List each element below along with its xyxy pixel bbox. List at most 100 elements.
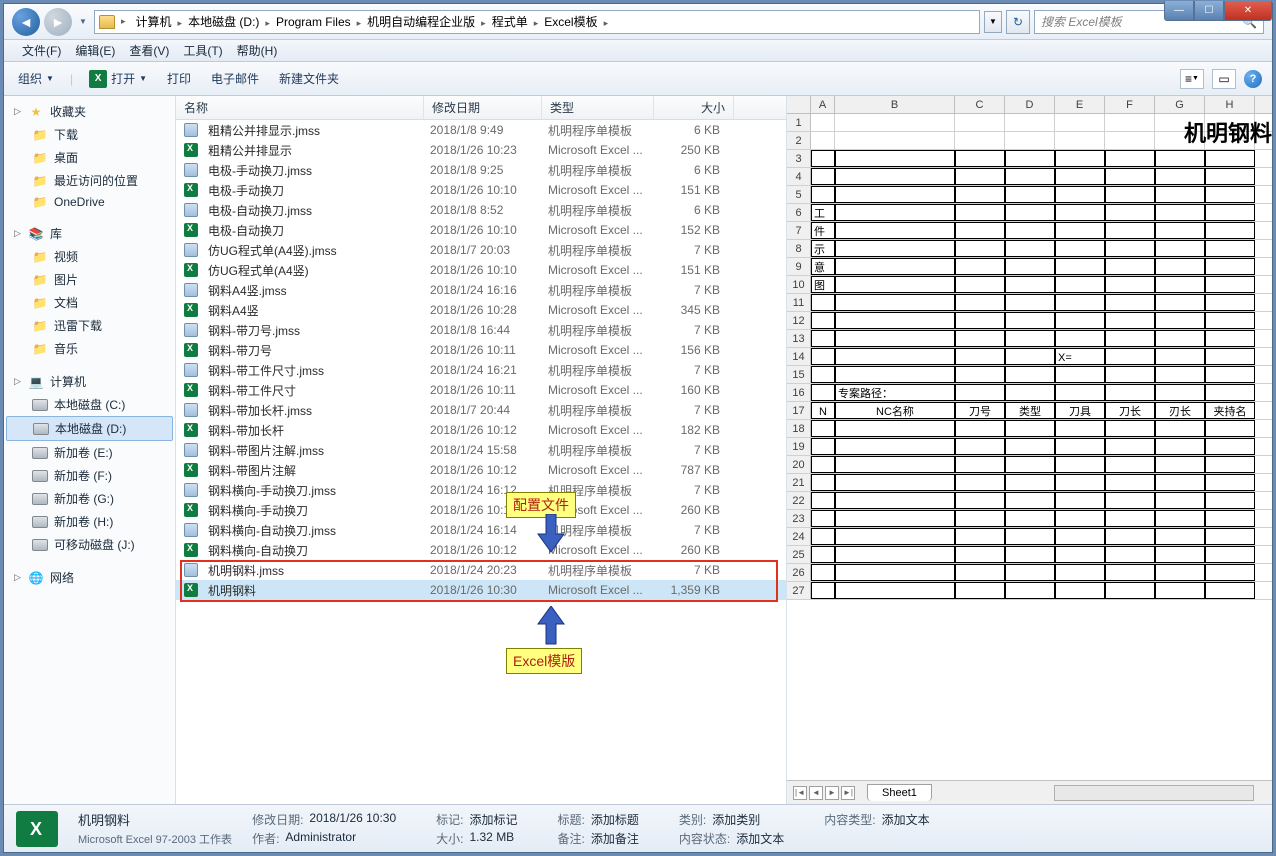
sidebar-group-header[interactable]: ▷💻计算机 [4, 370, 175, 393]
chevron-right-icon[interactable]: ▸ [602, 18, 611, 28]
sidebar-group-header[interactable]: ▷★收藏夹 [4, 100, 175, 123]
back-button[interactable]: ◄ [12, 8, 40, 36]
sidebar-item[interactable]: 可移动磁盘 (J:) [4, 533, 175, 556]
sidebar-item[interactable]: 本地磁盘 (D:) [6, 416, 173, 441]
breadcrumb-item[interactable]: 计算机 [132, 13, 176, 31]
file-row[interactable]: 仿UG程式单(A4竖).jmss2018/1/7 20:03机明程序单模板7 K… [176, 240, 786, 260]
file-row[interactable]: 粗精公并排显示.jmss2018/1/8 9:49机明程序单模板6 KB [176, 120, 786, 140]
file-row[interactable]: 电极-手动换刀2018/1/26 10:10Microsoft Excel ..… [176, 180, 786, 200]
chevron-right-icon[interactable]: ▸ [532, 18, 541, 28]
col-date[interactable]: 修改日期 [424, 96, 542, 119]
file-row[interactable]: 钢料-带加长杆.jmss2018/1/7 20:44机明程序单模板7 KB [176, 400, 786, 420]
file-row[interactable]: 钢料-带工件尺寸.jmss2018/1/24 16:21机明程序单模板7 KB [176, 360, 786, 380]
sidebar-item[interactable]: 📁最近访问的位置 [4, 169, 175, 192]
status-value[interactable]: 1.32 MB [470, 830, 515, 847]
file-row[interactable]: 电极-手动换刀.jmss2018/1/8 9:25机明程序单模板6 KB [176, 160, 786, 180]
sidebar-item[interactable]: 新加卷 (F:) [4, 464, 175, 487]
file-row[interactable]: 钢料横向-手动换刀.jmss2018/1/24 16:12机明程序单模板7 KB [176, 480, 786, 500]
file-row[interactable]: 粗精公并排显示2018/1/26 10:23Microsoft Excel ..… [176, 140, 786, 160]
breadcrumb-item[interactable]: 机明自动编程企业版 [363, 13, 479, 31]
address-dropdown[interactable]: ▼ [984, 11, 1002, 33]
sidebar-item[interactable]: 📁OneDrive [4, 192, 175, 212]
menu-item[interactable]: 查看(V) [123, 40, 175, 61]
print-button[interactable]: 打印 [163, 68, 195, 89]
status-value[interactable]: 添加类别 [712, 811, 760, 828]
horizontal-scrollbar[interactable] [1054, 785, 1254, 801]
sheet-prev-button[interactable]: ◄ [809, 786, 823, 800]
status-value[interactable]: Administrator [285, 830, 356, 847]
sidebar-group-header[interactable]: ▷🌐网络 [4, 566, 175, 589]
sidebar-item[interactable]: 本地磁盘 (C:) [4, 393, 175, 416]
col-name[interactable]: 名称 [176, 96, 424, 119]
breadcrumb-item[interactable]: 程式单 [488, 13, 532, 31]
file-row[interactable]: 钢料-带加长杆2018/1/26 10:12Microsoft Excel ..… [176, 420, 786, 440]
file-row[interactable]: 机明钢料.jmss2018/1/24 20:23机明程序单模板7 KB [176, 560, 786, 580]
excel-preview-grid[interactable]: ABCDEFGH机明钢料123456工7件8示9意10图11121314X=15… [787, 96, 1272, 774]
status-value[interactable]: 添加文本 [736, 830, 784, 847]
breadcrumb-item[interactable]: Program Files [272, 13, 355, 31]
sidebar-group-header[interactable]: ▷📚库 [4, 222, 175, 245]
breadcrumb-item[interactable]: Excel模板 [540, 13, 601, 31]
explorer-window: — ☐ ✕ ◄ ► ▼ ▸ 计算机▸本地磁盘 (D:)▸Program File… [3, 3, 1273, 853]
menu-item[interactable]: 帮助(H) [231, 40, 284, 61]
file-row[interactable]: 钢料-带刀号.jmss2018/1/8 16:44机明程序单模板7 KB [176, 320, 786, 340]
maximize-button[interactable]: ☐ [1194, 1, 1224, 21]
sheet-next-button[interactable]: ► [825, 786, 839, 800]
sidebar-item[interactable]: 📁音乐 [4, 337, 175, 360]
col-type[interactable]: 类型 [542, 96, 654, 119]
status-value[interactable]: 添加标记 [470, 811, 518, 828]
file-row[interactable]: 钢料-带工件尺寸2018/1/26 10:11Microsoft Excel .… [176, 380, 786, 400]
sidebar-item[interactable]: 📁图片 [4, 268, 175, 291]
chevron-right-icon[interactable]: ▸ [119, 16, 128, 27]
sidebar-item[interactable]: 新加卷 (H:) [4, 510, 175, 533]
sidebar-item[interactable]: 📁文档 [4, 291, 175, 314]
email-button[interactable]: 电子邮件 [207, 68, 263, 89]
chevron-right-icon[interactable]: ▸ [176, 18, 185, 28]
sidebar-item[interactable]: 📁视频 [4, 245, 175, 268]
sheet-first-button[interactable]: |◄ [793, 786, 807, 800]
file-row[interactable]: 机明钢料2018/1/26 10:30Microsoft Excel ...1,… [176, 580, 786, 600]
sidebar-item[interactable]: 新加卷 (E:) [4, 441, 175, 464]
sheet-tab[interactable]: Sheet1 [867, 784, 932, 801]
file-row[interactable]: 钢料横向-手动换刀2018/1/26 10:12Microsoft Excel … [176, 500, 786, 520]
chevron-right-icon[interactable]: ▸ [355, 18, 364, 28]
file-row[interactable]: 电极-自动换刀.jmss2018/1/8 8:52机明程序单模板6 KB [176, 200, 786, 220]
file-row[interactable]: 钢料横向-自动换刀.jmss2018/1/24 16:14机明程序单模板7 KB [176, 520, 786, 540]
file-row[interactable]: 仿UG程式单(A4竖)2018/1/26 10:10Microsoft Exce… [176, 260, 786, 280]
forward-button[interactable]: ► [44, 8, 72, 36]
sidebar-item[interactable]: 📁迅雷下载 [4, 314, 175, 337]
sheet-last-button[interactable]: ►| [841, 786, 855, 800]
file-row[interactable]: 钢料-带图片注解2018/1/26 10:12Microsoft Excel .… [176, 460, 786, 480]
file-row[interactable]: 电极-自动换刀2018/1/26 10:10Microsoft Excel ..… [176, 220, 786, 240]
status-value[interactable]: 添加备注 [591, 830, 639, 847]
col-size[interactable]: 大小 [654, 96, 734, 119]
open-button[interactable]: X打开 ▼ [85, 68, 151, 90]
status-value[interactable]: 2018/1/26 10:30 [309, 811, 396, 828]
nav-history-dropdown[interactable]: ▼ [76, 12, 90, 32]
sidebar-item[interactable]: 新加卷 (G:) [4, 487, 175, 510]
chevron-right-icon[interactable]: ▸ [263, 18, 272, 28]
menu-item[interactable]: 编辑(E) [69, 40, 121, 61]
file-row[interactable]: 钢料A4竖.jmss2018/1/24 16:16机明程序单模板7 KB [176, 280, 786, 300]
status-value[interactable]: 添加标题 [591, 811, 639, 828]
menu-item[interactable]: 工具(T) [177, 40, 228, 61]
file-row[interactable]: 钢料A4竖2018/1/26 10:28Microsoft Excel ...3… [176, 300, 786, 320]
minimize-button[interactable]: — [1164, 1, 1194, 21]
refresh-button[interactable]: ↻ [1006, 10, 1030, 34]
file-row[interactable]: 钢料-带刀号2018/1/26 10:11Microsoft Excel ...… [176, 340, 786, 360]
sidebar-item[interactable]: 📁桌面 [4, 146, 175, 169]
status-value[interactable]: 添加文本 [882, 811, 930, 828]
address-bar[interactable]: ▸ 计算机▸本地磁盘 (D:)▸Program Files▸机明自动编程企业版▸… [94, 10, 980, 34]
file-row[interactable]: 钢料-带图片注解.jmss2018/1/24 15:58机明程序单模板7 KB [176, 440, 786, 460]
view-options-button[interactable]: ≡ ▼ [1180, 69, 1204, 89]
organize-button[interactable]: 组织 ▼ [14, 68, 58, 89]
sidebar-item[interactable]: 📁下载 [4, 123, 175, 146]
chevron-right-icon[interactable]: ▸ [479, 18, 488, 28]
file-row[interactable]: 钢料横向-自动换刀2018/1/26 10:12Microsoft Excel … [176, 540, 786, 560]
breadcrumb-item[interactable]: 本地磁盘 (D:) [184, 13, 263, 31]
help-icon[interactable]: ? [1244, 70, 1262, 88]
new-folder-button[interactable]: 新建文件夹 [275, 68, 343, 89]
close-button[interactable]: ✕ [1224, 1, 1272, 21]
menu-item[interactable]: 文件(F) [16, 40, 67, 61]
preview-pane-button[interactable]: ▭ [1212, 69, 1236, 89]
